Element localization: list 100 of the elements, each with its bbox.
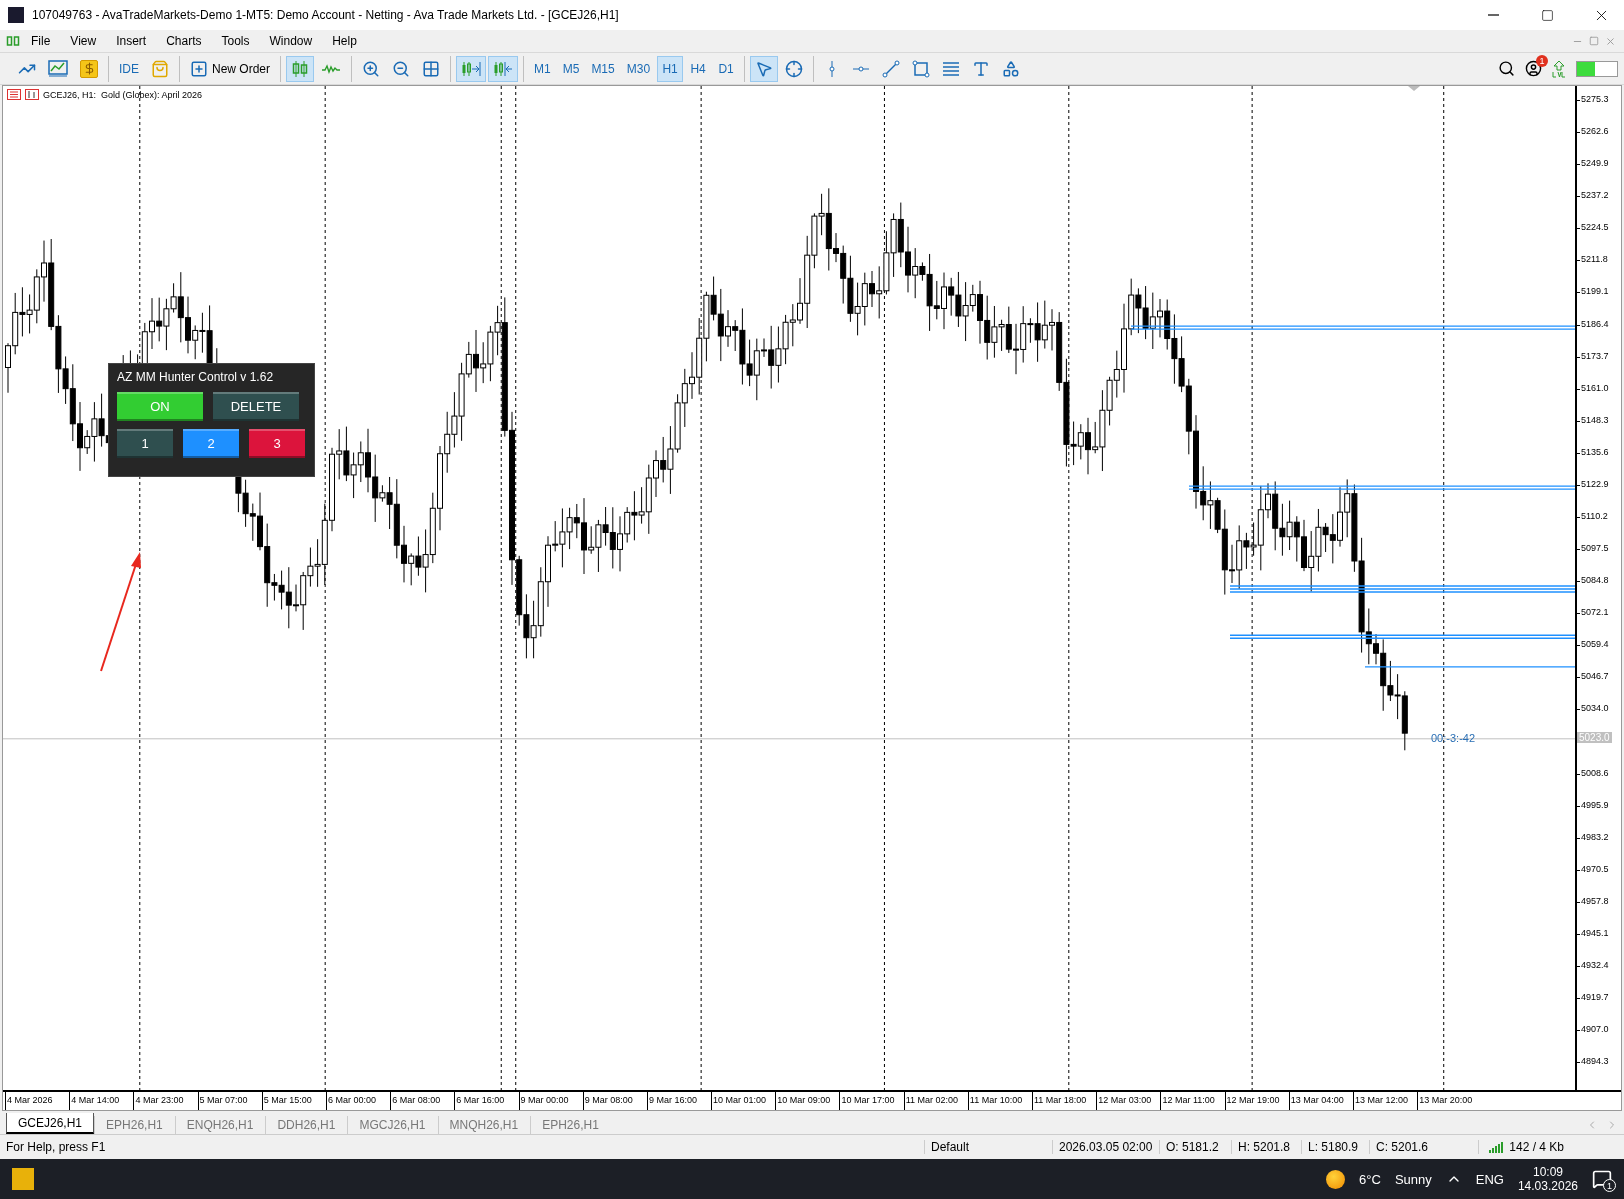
cursor-button[interactable] — [750, 55, 779, 82]
connection-meter — [1576, 60, 1618, 77]
chart-shift-icon — [493, 59, 514, 78]
time-tick-label: 13 Mar 20:00 — [1417, 1092, 1482, 1110]
chart-tab[interactable]: EPH26,H1 — [530, 1116, 611, 1134]
price-tick-label: 4894.3 — [1581, 1056, 1609, 1067]
menu-item[interactable]: Insert — [107, 32, 156, 50]
shift-marker-icon — [1408, 86, 1420, 91]
price-tick-label: 5135.6 — [1581, 446, 1609, 457]
menu-item[interactable]: File — [22, 32, 60, 50]
candlestick-icon — [291, 59, 310, 78]
account-icon[interactable] — [1525, 60, 1542, 77]
menu-item[interactable]: Help — [323, 32, 366, 50]
menu-item[interactable]: View — [61, 32, 106, 50]
time-tick-label: 4 Mar 2026 — [5, 1092, 70, 1110]
bar-countdown: 00:-3:-42 — [1431, 731, 1476, 744]
price-tick-label: 5008.6 — [1581, 767, 1609, 778]
price-tick-label: 5059.4 — [1581, 639, 1609, 650]
chart-tab[interactable]: DDH26,H1 — [265, 1116, 348, 1134]
sun-icon — [1326, 1169, 1346, 1189]
panel-title: AZ MM Hunter Control v 1.62 — [117, 370, 275, 384]
price-tick-label: 5122.9 — [1581, 478, 1609, 489]
clock-time: 10:09 — [1532, 1165, 1563, 1179]
chart-tab[interactable]: EPH26,H1 — [94, 1116, 175, 1134]
menu-item[interactable]: Window — [260, 32, 322, 50]
grid-icon — [422, 59, 441, 78]
chart-shift-button[interactable] — [488, 55, 519, 82]
time-tick-label: 9 Mar 16:00 — [646, 1092, 712, 1110]
language-indicator[interactable]: ENG — [1475, 1171, 1504, 1187]
traffic-text: 142 / 4 Kb — [1509, 1140, 1564, 1154]
minimize-icon — [1487, 14, 1499, 16]
price-tick-label: 5173.7 — [1581, 350, 1609, 361]
time-tick-label: 11 Mar 10:00 — [967, 1092, 1032, 1110]
panel-button[interactable]: 1 — [117, 429, 173, 458]
price-tick-label: 5072.1 — [1581, 607, 1609, 618]
price-tick-label: 5237.2 — [1581, 190, 1609, 201]
panel-button[interactable]: 3 — [249, 429, 305, 458]
price-tick-label: 4945.1 — [1581, 928, 1609, 939]
menu-item[interactable]: Charts — [157, 32, 211, 50]
level-up-icon[interactable] — [1552, 59, 1566, 78]
plus-square-icon — [190, 59, 208, 78]
time-tick-label: 10 Mar 01:00 — [711, 1092, 776, 1110]
chart-window-icon — [48, 59, 68, 78]
shapes-icon — [1002, 59, 1021, 78]
open-price: O: 5181.2 — [1159, 1140, 1231, 1154]
price-tick-label: 5097.5 — [1581, 543, 1609, 554]
timeframe-button[interactable]: M1 — [529, 55, 556, 82]
high-price: H: 5201.8 — [1231, 1140, 1301, 1154]
autoscroll-button[interactable] — [456, 55, 487, 82]
price-tick-label: 5148.3 — [1581, 414, 1609, 425]
chart-tab[interactable]: MNQH26,H1 — [437, 1116, 531, 1134]
bar-time: 2026.03.05 02:00 — [1052, 1140, 1159, 1154]
restore-icon[interactable] — [1589, 35, 1599, 46]
price-tick-label: 5211.8 — [1581, 254, 1608, 265]
wave-line-icon — [321, 63, 342, 74]
price-tick-label: 5275.3 — [1581, 94, 1609, 104]
time-tick-label: 12 Mar 03:00 — [1096, 1092, 1161, 1110]
timeframe-button[interactable]: H1 — [657, 55, 684, 82]
time-tick-label: 5 Mar 07:00 — [197, 1092, 262, 1110]
price-tick-label: 4957.8 — [1581, 895, 1609, 906]
panel-button[interactable]: DELETE — [213, 392, 299, 421]
chart-tab[interactable]: GCEJ26,H1 — [6, 1113, 95, 1134]
price-tick-label: 5186.4 — [1581, 318, 1609, 329]
timeframe-button[interactable]: H4 — [685, 55, 712, 82]
price-tick-label: 5224.5 — [1581, 222, 1609, 233]
menu-item[interactable]: Tools — [212, 32, 259, 50]
new-order-button[interactable]: New Order — [185, 55, 276, 82]
low-price: L: 5180.9 — [1301, 1140, 1369, 1154]
candles-button[interactable] — [286, 55, 315, 82]
price-tick-label: 5110.2 — [1581, 511, 1608, 521]
price-tick-label: 4907.0 — [1581, 1024, 1609, 1035]
price-tick-label: 4919.7 — [1581, 992, 1609, 1003]
price-tick-label: 5262.6 — [1581, 126, 1609, 137]
symbol-label: GCEJ26, H1: Gold (Globex): April 2026 — [43, 89, 203, 100]
panel-button[interactable]: 2 — [183, 429, 239, 458]
weather-text: Sunny — [1394, 1171, 1432, 1187]
time-tick-label: 9 Mar 08:00 — [582, 1092, 647, 1110]
search-icon[interactable] — [1498, 60, 1515, 77]
chart-tab[interactable]: MGCJ26,H1 — [347, 1116, 438, 1134]
timeframe-button[interactable]: D1 — [713, 55, 740, 82]
clock-date: 14.03.2026 — [1517, 1179, 1578, 1193]
close-icon[interactable] — [1605, 35, 1616, 47]
dollar-icon — [80, 59, 98, 78]
time-tick-label: 6 Mar 16:00 — [454, 1092, 519, 1110]
timeframe-button[interactable]: M30 — [621, 55, 656, 82]
chart-icon — [25, 89, 39, 100]
timeframe-button[interactable]: M15 — [586, 55, 620, 82]
profile-name: Default — [924, 1140, 1052, 1154]
window-title: 107049763 - AvaTradeMarkets-Demo 1-MT5: Demo Account - Netting - Ava Trade Markets Ltd. - [GCEJ26,H1] — [32, 8, 620, 22]
timeframe-button[interactable]: M5 — [557, 55, 585, 82]
time-tick-label: 11 Mar 18:00 — [1032, 1092, 1097, 1110]
ide-button[interactable]: IDE — [114, 55, 144, 82]
time-tick-label: 4 Mar 23:00 — [133, 1092, 198, 1110]
fibonacci-icon — [942, 59, 961, 78]
app-logo-icon — [8, 7, 24, 23]
help-text: For Help, press F1 — [5, 1140, 107, 1154]
text-icon — [972, 59, 991, 78]
zoom-out-icon — [392, 59, 411, 78]
chart-tab[interactable]: ENQH26,H1 — [174, 1116, 266, 1134]
price-tick-label: 4932.4 — [1581, 960, 1609, 971]
